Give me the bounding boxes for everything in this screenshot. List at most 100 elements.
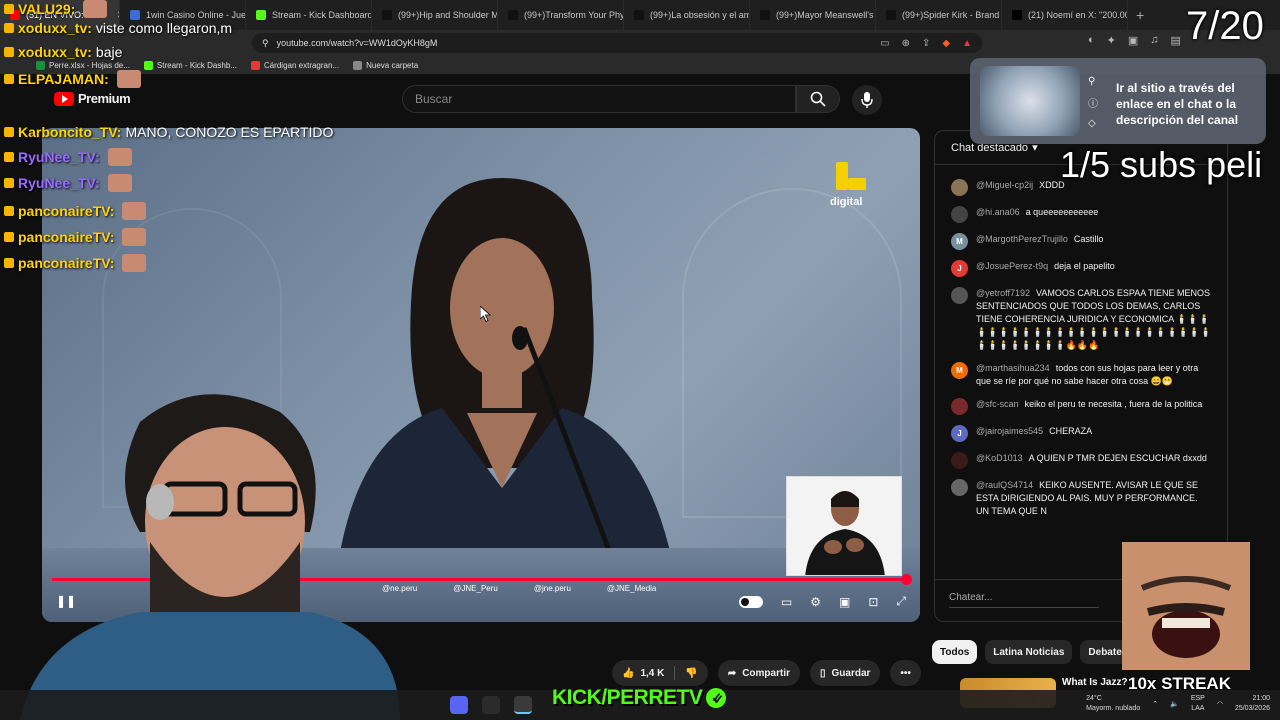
browser-tab[interactable]: (21) Noemí en X: "200.000: [1002, 0, 1128, 30]
overlay-chat-line: ELPAJAMAN:: [4, 70, 141, 88]
discord-icon[interactable]: [450, 696, 468, 714]
browser-tab[interactable]: (99+)Transform Your Phys: [498, 0, 624, 30]
avatar[interactable]: [951, 287, 968, 304]
chat-author[interactable]: @yetroff7192: [976, 288, 1030, 298]
brave-rewards-icon[interactable]: ▲: [962, 38, 972, 49]
promo-icons: ⚲ ⓘ ◇: [1088, 76, 1098, 129]
share-arrow-icon: ➦: [727, 667, 737, 679]
avatar[interactable]: [951, 179, 968, 196]
sidebar-icon[interactable]: ▣: [1128, 34, 1138, 47]
puzzle-icon[interactable]: ✦: [1107, 34, 1116, 47]
avatar[interactable]: [951, 206, 968, 223]
chat-author[interactable]: @sfc-scan: [976, 399, 1019, 409]
crown-badge-icon: [4, 258, 14, 268]
chat-message: @raulQS4714 KEIKO AUSENTE. AVISAR LE QUE …: [935, 479, 1227, 518]
avatar[interactable]: M: [951, 233, 968, 250]
overlay-chat-line: panconaireTV:: [4, 228, 147, 246]
verified-badge-icon: ✓: [706, 688, 727, 708]
search-button[interactable]: [796, 85, 840, 113]
avatar[interactable]: [951, 479, 968, 496]
miniplayer-icon[interactable]: ▣: [839, 595, 850, 609]
url-field[interactable]: ⚲ youtube.com/watch?v=WW1dOyKH8gM ▭ ⊕ ⇪ …: [252, 33, 982, 53]
thumbs-up-icon: 👍: [622, 667, 635, 679]
voice-search-button[interactable]: [852, 85, 882, 115]
info-icon: ⓘ: [1088, 99, 1098, 110]
brave-shield-icon[interactable]: ◆: [942, 38, 950, 49]
weather-temp: 24°C: [1086, 695, 1102, 702]
subtitles-icon[interactable]: ▭: [781, 595, 792, 609]
new-tab-icon[interactable]: +: [1128, 7, 1152, 23]
more-button[interactable]: •••: [890, 660, 921, 686]
avatar[interactable]: [951, 398, 968, 415]
language-indicator[interactable]: ESP LAA: [1191, 694, 1205, 714]
browser-tab[interactable]: (99+)Mayor Meanswell's: [750, 0, 876, 30]
media-icon[interactable]: ♫: [1150, 34, 1158, 47]
crown-badge-icon: [4, 4, 14, 14]
wifi-icon[interactable]: ◠: [1217, 700, 1223, 708]
goal-counter: 7/20: [1186, 4, 1264, 48]
fullscreen-icon[interactable]: ⤢: [896, 594, 906, 609]
crown-badge-icon: [4, 74, 14, 84]
progress-scrubber[interactable]: [900, 574, 912, 585]
clock[interactable]: 21:00 25/03/2026: [1235, 694, 1270, 714]
chat-author[interactable]: @MargothPerezTrujillo: [976, 234, 1068, 244]
chevron-up-icon[interactable]: ⌃: [1152, 700, 1158, 708]
tab-label: (99+)La obsesión y el amo: [650, 10, 750, 20]
more-icon: •••: [900, 667, 911, 679]
tab-label: (99+)Transform Your Phys: [524, 10, 624, 20]
share-button[interactable]: ➦ Compartir: [717, 660, 800, 686]
chat-author[interactable]: @Miguel-cp2ij: [976, 180, 1033, 190]
extensions-bar: ◐ ✦ ▣ ♫ ▤: [1088, 34, 1181, 47]
avatar[interactable]: [951, 452, 968, 469]
like-button[interactable]: 👍 1,4 K 👎: [612, 660, 708, 686]
next-video-title[interactable]: What Is Jazz?: [1062, 677, 1128, 688]
cast-icon[interactable]: ⊡: [868, 595, 878, 609]
avatar[interactable]: J: [951, 260, 968, 277]
kick-channel-banner: KICK/PERRETV ✓: [552, 686, 727, 710]
filter-chip[interactable]: Latina Noticias: [985, 640, 1073, 664]
chat-message: @sfc-scan keiko el peru te necesita , fue…: [935, 398, 1227, 415]
avatar[interactable]: J: [951, 425, 968, 442]
filter-chip[interactable]: Todos: [932, 640, 978, 664]
promo-text: Ir al sitio a través del enlace en el ch…: [1116, 81, 1239, 127]
autoplay-toggle[interactable]: [738, 595, 763, 608]
zoom-icon[interactable]: ⊕: [902, 38, 910, 49]
bookmark-item[interactable]: Nueva carpeta: [353, 60, 418, 70]
emote-icon: [122, 254, 147, 272]
reading-list-icon[interactable]: ▤: [1171, 34, 1181, 47]
thumbs-down-icon[interactable]: 👎: [685, 668, 697, 679]
weather-widget[interactable]: 24°C Mayorm. nublado: [1086, 694, 1140, 714]
screenshot-icon[interactable]: ▭: [880, 38, 889, 49]
tab-favicon-icon: [760, 10, 770, 20]
tab-favicon-icon: [886, 10, 896, 20]
chat-author[interactable]: @jairojaimes545: [976, 426, 1043, 436]
avatar[interactable]: M: [951, 362, 968, 379]
search-input[interactable]: Buscar: [402, 85, 796, 113]
browser-tab[interactable]: (99+)La obsesión y el amo: [624, 0, 750, 30]
crown-badge-icon: [4, 47, 14, 57]
kick-text: KICK/PERRETV: [552, 686, 703, 709]
promo-card[interactable]: ⚲ ⓘ ◇ Ir al sitio a través del enlace en…: [970, 58, 1266, 144]
overlay-username: panconaireTV:: [18, 203, 115, 219]
chat-author[interactable]: @raulQS4714: [976, 480, 1033, 490]
overlay-username: xoduxx_tv:: [18, 44, 92, 60]
chat-author[interactable]: @KoD1013: [976, 453, 1023, 463]
chat-author[interactable]: @JosuePerez-t9q: [976, 261, 1048, 271]
volume-icon[interactable]: 🔈: [1170, 700, 1179, 708]
tab-label: (21) Noemí en X: "200.000: [1028, 10, 1128, 20]
chat-author[interactable]: @hi.ana06: [976, 207, 1020, 217]
terminal-icon[interactable]: [482, 696, 500, 714]
background-window: [682, 188, 902, 518]
extension-icon[interactable]: ◐: [1088, 34, 1095, 47]
settings-icon[interactable]: ⚙: [810, 595, 821, 609]
obs-icon[interactable]: [514, 696, 532, 714]
crown-badge-icon: [4, 152, 14, 162]
browser-tab[interactable]: (99+)Spider Kirk - Brand: [876, 0, 1002, 30]
share-icon[interactable]: ⇪: [922, 38, 930, 49]
save-button[interactable]: ▯ Guardar: [810, 660, 881, 686]
chat-author[interactable]: @marthasihua234: [976, 363, 1050, 373]
browser-tab[interactable]: (99+)Hip and Shoulder M: [372, 0, 498, 30]
laughing-face-image: [1122, 542, 1250, 670]
tab-favicon-icon: [1012, 10, 1022, 20]
streamer-webcam: [0, 382, 400, 720]
